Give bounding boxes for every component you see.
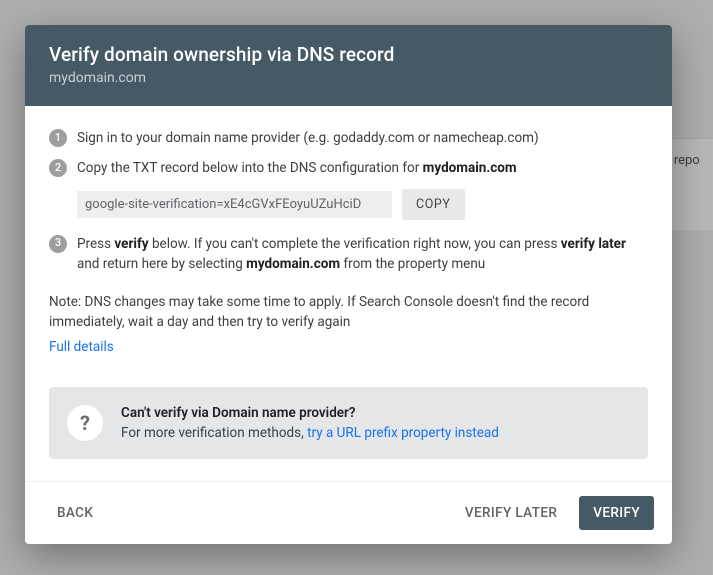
alt-verification-box: ? Can't verify via Domain name provider?… <box>49 387 648 460</box>
alt-text: Can't verify via Domain name provider? F… <box>121 403 499 444</box>
url-prefix-link[interactable]: try a URL prefix property instead <box>307 425 499 441</box>
copy-button[interactable]: COPY <box>402 189 465 220</box>
step-2-pre: Copy the TXT record below into the DNS c… <box>77 160 423 176</box>
verify-button[interactable]: VERIFY <box>579 496 654 530</box>
s3-b2: verify later <box>561 236 626 252</box>
full-details-link[interactable]: Full details <box>49 337 114 357</box>
step-2-text: Copy the TXT record below into the DNS c… <box>77 158 648 178</box>
alt-pre: For more verification methods, <box>121 425 307 441</box>
dialog-body: 1 Sign in to your domain name provider (… <box>25 106 672 481</box>
dialog-subtitle: mydomain.com <box>49 70 648 86</box>
back-button[interactable]: BACK <box>43 496 107 530</box>
dialog-title: Verify domain ownership via DNS record <box>49 43 648 66</box>
s3-t3: and return here by selecting <box>77 256 246 272</box>
step-2-domain: mydomain.com <box>423 160 517 176</box>
step-badge-1: 1 <box>49 129 67 147</box>
step-1: 1 Sign in to your domain name provider (… <box>49 128 648 148</box>
step-3-text: Press verify below. If you can't complet… <box>77 234 648 275</box>
txt-record-row: COPY <box>77 189 648 220</box>
step-3: 3 Press verify below. If you can't compl… <box>49 234 648 275</box>
s3-b1: verify <box>114 236 148 252</box>
s3-t4: from the property menu <box>340 256 485 272</box>
verify-domain-dialog: Verify domain ownership via DNS record m… <box>25 25 672 544</box>
s3-t1: Press <box>77 236 114 252</box>
alt-title: Can't verify via Domain name provider? <box>121 403 499 423</box>
dns-note: Note: DNS changes may take some time to … <box>49 292 648 333</box>
dialog-footer: BACK VERIFY LATER VERIFY <box>25 481 672 544</box>
verify-later-button[interactable]: VERIFY LATER <box>451 496 571 530</box>
txt-record-input[interactable] <box>77 191 392 218</box>
step-badge-2: 2 <box>49 159 67 177</box>
question-icon: ? <box>67 405 103 441</box>
s3-t2: below. If you can't complete the verific… <box>149 236 561 252</box>
s3-b3: mydomain.com <box>246 256 340 272</box>
dialog-header: Verify domain ownership via DNS record m… <box>25 25 672 106</box>
step-badge-3: 3 <box>49 235 67 253</box>
step-1-text: Sign in to your domain name provider (e.… <box>77 128 648 148</box>
step-2: 2 Copy the TXT record below into the DNS… <box>49 158 648 178</box>
